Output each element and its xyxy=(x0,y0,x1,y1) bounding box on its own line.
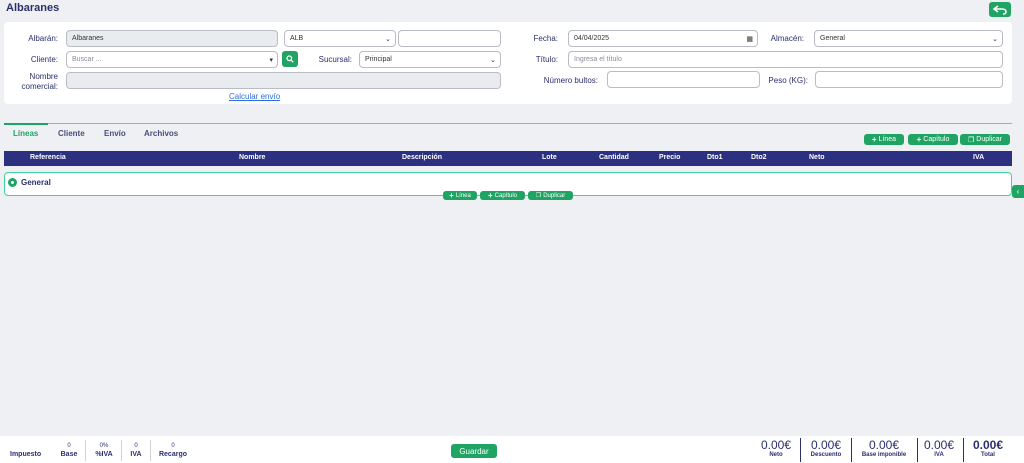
numero-input[interactable] xyxy=(398,30,501,47)
footer-divider xyxy=(85,440,86,461)
impuesto-label: Impuesto xyxy=(10,451,42,458)
albaran-field: Albaranes xyxy=(66,30,278,47)
bultos-input[interactable] xyxy=(607,71,760,88)
table-header: Referencia Nombre Descripción Lote Canti… xyxy=(4,151,1012,166)
total-final: 0.00€ Total xyxy=(972,438,1004,458)
save-button[interactable]: Guardar xyxy=(451,444,497,458)
col-neto: Neto xyxy=(809,154,825,161)
col-dto2: Dto2 xyxy=(751,154,767,161)
titulo-input[interactable]: Ingresa el título xyxy=(568,51,1003,68)
col-cantidad: Cantidad xyxy=(599,154,629,161)
cliente-label: Cliente: xyxy=(30,55,58,64)
titulo-label: Título: xyxy=(535,55,558,64)
tab-cliente[interactable]: Cliente xyxy=(58,129,85,138)
total-neto: 0.00€ Neto xyxy=(760,438,792,458)
col-iva: IVA xyxy=(973,154,985,161)
expand-toggle-icon[interactable] xyxy=(8,178,17,187)
peso-input[interactable] xyxy=(815,71,1003,88)
return-arrow-icon xyxy=(993,4,1007,15)
sucursal-select[interactable]: Principal ⌄ xyxy=(359,51,501,68)
group-add-capitulo-button[interactable]: + Capítulo xyxy=(480,191,525,200)
search-icon xyxy=(286,55,294,63)
total-iva: 0.00€ IVA xyxy=(923,438,955,458)
chevron-down-icon: ⌄ xyxy=(490,56,496,64)
plus-icon: + xyxy=(916,135,922,144)
chevron-down-icon: ⌄ xyxy=(992,35,998,43)
plus-icon: + xyxy=(487,191,493,200)
base-column: 0 Base xyxy=(60,443,78,458)
col-lote: Lote xyxy=(542,154,557,161)
tab-archivos[interactable]: Archivos xyxy=(144,129,178,138)
almacen-label: Almacén: xyxy=(770,34,804,43)
totals-divider xyxy=(800,438,801,462)
add-linea-button[interactable]: + Línea xyxy=(864,134,904,145)
side-panel-toggle[interactable]: ‹ xyxy=(1012,185,1024,198)
caret-down-icon: ▾ xyxy=(269,56,273,64)
albaran-label: Albarán: xyxy=(28,34,58,43)
col-precio: Precio xyxy=(659,154,681,161)
duplicar-button[interactable]: ❐ Duplicar xyxy=(960,134,1010,145)
total-descuento: 0.00€ Descuento xyxy=(810,438,842,458)
tabs-divider xyxy=(4,123,1012,124)
totals-divider xyxy=(851,438,852,462)
plus-icon: + xyxy=(871,135,877,144)
footer-divider xyxy=(150,440,151,461)
piva-column: 0% %IVA xyxy=(95,443,113,458)
chevron-left-icon: ‹ xyxy=(1016,187,1020,196)
cliente-search-input[interactable]: Buscar ... ▾ xyxy=(66,51,278,68)
page-title: Albaranes xyxy=(6,2,60,14)
tab-lineas[interactable]: Líneas xyxy=(13,129,38,138)
peso-label: Peso (KG): xyxy=(768,76,808,85)
almacen-select[interactable]: General ⌄ xyxy=(814,30,1003,47)
header-form-card: Albarán: Albaranes ALB ⌄ Cliente: Buscar … xyxy=(4,22,1012,104)
recargo-column: 0 Recargo xyxy=(158,443,187,458)
tab-envio[interactable]: Envío xyxy=(104,129,126,138)
total-base-imponible: 0.00€ Base imponible xyxy=(861,438,907,458)
calcular-envio-link[interactable]: Calcular envío xyxy=(229,92,280,101)
group-add-linea-button[interactable]: + Línea xyxy=(443,191,477,200)
group-duplicar-button[interactable]: ❐ Duplicar xyxy=(528,191,573,200)
group-label: General xyxy=(21,178,51,187)
col-nombre: Nombre xyxy=(239,154,266,161)
totals-divider xyxy=(963,438,964,462)
add-capitulo-button[interactable]: + Capítulo xyxy=(908,134,958,145)
nombre-comercial-field xyxy=(66,72,501,89)
calendar-icon[interactable]: ▦ xyxy=(746,35,753,43)
fecha-input[interactable]: 04/04/2025 ▦ xyxy=(568,30,758,47)
active-tab-indicator xyxy=(4,123,48,125)
plus-icon: + xyxy=(449,191,454,200)
fecha-label: Fecha: xyxy=(533,34,558,43)
back-button[interactable] xyxy=(989,2,1011,17)
totals-divider xyxy=(917,438,918,462)
bultos-label: Número bultos: xyxy=(543,76,598,85)
nombre-comercial-label: Nombre comercial: xyxy=(21,72,58,91)
footer-divider xyxy=(121,440,122,461)
col-referencia: Referencia xyxy=(30,154,66,161)
chevron-down-icon: ⌄ xyxy=(385,35,391,43)
iva-column: 0 IVA xyxy=(130,443,142,458)
copy-icon: ❐ xyxy=(535,193,542,199)
cliente-search-button[interactable] xyxy=(282,51,298,67)
serie-select[interactable]: ALB ⌄ xyxy=(284,30,396,47)
copy-icon: ❐ xyxy=(968,136,975,144)
col-descripcion: Descripción xyxy=(402,154,443,161)
sucursal-label: Sucursal: xyxy=(318,55,352,64)
col-dto1: Dto1 xyxy=(707,154,723,161)
